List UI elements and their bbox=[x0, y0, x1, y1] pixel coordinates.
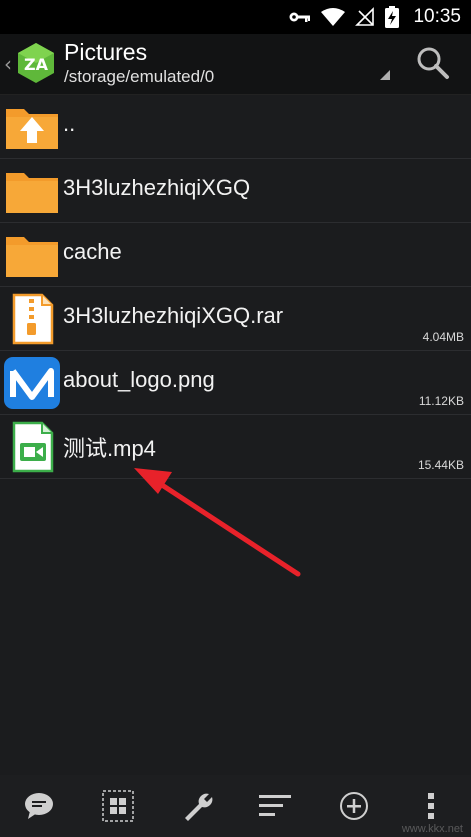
back-chevron-icon[interactable]: ‹ bbox=[4, 52, 12, 76]
file-name: 3H3luzhezhiqiXGQ.rar bbox=[63, 303, 284, 328]
add-icon[interactable] bbox=[337, 789, 371, 823]
archive-file-icon bbox=[12, 293, 54, 345]
list-item[interactable]: about_logo.png 11.12KB bbox=[0, 351, 471, 415]
file-name: 测试.mp4 bbox=[63, 436, 156, 461]
chat-icon[interactable] bbox=[22, 789, 56, 823]
battery-charging-icon bbox=[385, 6, 400, 28]
wrench-icon[interactable] bbox=[180, 789, 214, 823]
video-file-icon bbox=[12, 421, 54, 473]
folder-icon bbox=[6, 173, 58, 213]
file-name: about_logo.png bbox=[63, 367, 215, 392]
file-size: 4.04MB bbox=[422, 330, 464, 344]
page-title: Pictures bbox=[64, 39, 148, 65]
app-bar: ‹ ZA Pictures /storage/emulated/0 bbox=[0, 34, 471, 95]
status-icons: 10:35 bbox=[289, 5, 461, 29]
zarchiver-logo[interactable]: ZA bbox=[16, 42, 56, 84]
key-icon bbox=[289, 12, 311, 22]
list-item[interactable]: 测试.mp4 15.44KB bbox=[0, 415, 471, 479]
list-item[interactable]: .. bbox=[0, 95, 471, 159]
current-path: /storage/emulated/0 bbox=[64, 67, 215, 86]
file-size: 15.44KB bbox=[417, 458, 464, 472]
folder-icon bbox=[6, 237, 58, 277]
file-name: .. bbox=[63, 111, 76, 136]
status-time: 10:35 bbox=[413, 6, 461, 27]
image-app-logo-icon bbox=[4, 357, 60, 409]
list-item[interactable]: cache bbox=[0, 223, 471, 287]
file-name: 3H3luzhezhiqiXGQ bbox=[63, 175, 251, 200]
file-size: 11.12KB bbox=[418, 394, 464, 408]
file-list: .. 3H3luzhezhiqiXGQ cache 3H3luzhezhiqiX… bbox=[0, 95, 471, 479]
no-sim-icon bbox=[355, 7, 375, 26]
grid-select-icon[interactable] bbox=[101, 789, 135, 823]
watermark: www.kkx.net bbox=[401, 823, 463, 835]
list-item[interactable]: 3H3luzhezhiqiXGQ bbox=[0, 159, 471, 223]
list-item[interactable]: 3H3luzhezhiqiXGQ.rar 4.04MB bbox=[0, 287, 471, 351]
status-bar: 10:35 bbox=[0, 0, 471, 34]
wifi-icon bbox=[321, 8, 346, 26]
more-icon[interactable] bbox=[414, 789, 448, 823]
svg-text:ZA: ZA bbox=[24, 55, 49, 74]
search-icon[interactable] bbox=[416, 46, 450, 80]
path-dropdown-icon[interactable] bbox=[380, 70, 390, 80]
sort-icon[interactable] bbox=[258, 789, 292, 823]
bottom-toolbar: www.kkx.net bbox=[0, 775, 471, 837]
file-name: cache bbox=[63, 239, 122, 264]
folder-up-icon bbox=[6, 109, 58, 149]
